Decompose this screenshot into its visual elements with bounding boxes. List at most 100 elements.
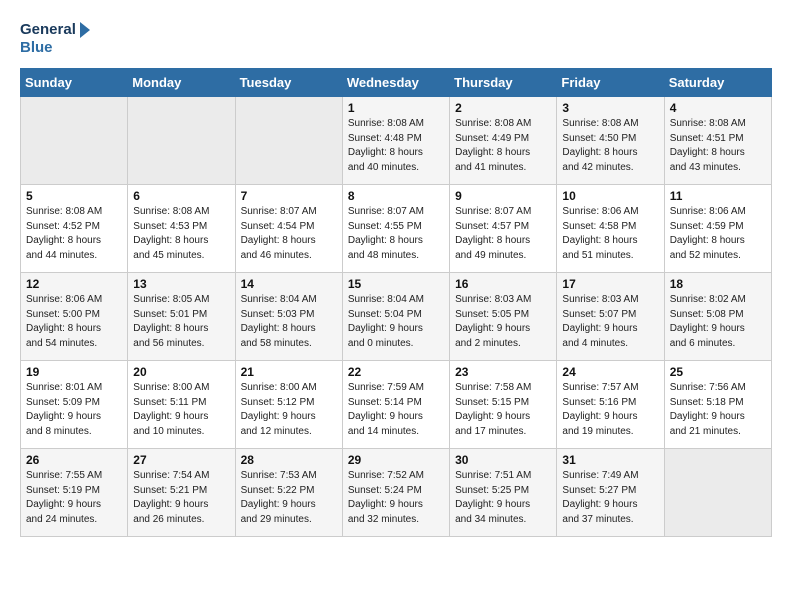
calendar-cell: 22 Sunrise: 7:59 AM Sunset: 5:14 PM Dayli…: [342, 361, 449, 449]
day-info: Sunrise: 8:06 AM Sunset: 5:00 PM Dayligh…: [26, 293, 122, 351]
day-info: Sunrise: 8:02 AM Sunset: 5:08 PM Dayligh…: [670, 293, 766, 351]
weekday-header: Saturday: [664, 69, 771, 97]
day-number: 30: [455, 453, 551, 467]
calendar-cell: 3 Sunrise: 8:08 AM Sunset: 4:50 PM Daylig…: [557, 97, 664, 185]
day-number: 26: [26, 453, 122, 467]
day-number: 23: [455, 365, 551, 379]
day-number: 20: [133, 365, 229, 379]
calendar-table: SundayMondayTuesdayWednesdayThursdayFrid…: [20, 68, 772, 537]
day-info: Sunrise: 7:56 AM Sunset: 5:18 PM Dayligh…: [670, 381, 766, 439]
day-number: 24: [562, 365, 658, 379]
logo: General Blue: [20, 16, 90, 58]
day-number: 4: [670, 101, 766, 115]
svg-text:Blue: Blue: [20, 39, 53, 56]
day-number: 2: [455, 101, 551, 115]
day-info: Sunrise: 7:58 AM Sunset: 5:15 PM Dayligh…: [455, 381, 551, 439]
weekday-header: Wednesday: [342, 69, 449, 97]
day-number: 16: [455, 277, 551, 291]
calendar-cell: [21, 97, 128, 185]
calendar-week-row: 1 Sunrise: 8:08 AM Sunset: 4:48 PM Daylig…: [21, 97, 772, 185]
day-info: Sunrise: 8:03 AM Sunset: 5:07 PM Dayligh…: [562, 293, 658, 351]
day-info: Sunrise: 7:54 AM Sunset: 5:21 PM Dayligh…: [133, 469, 229, 527]
calendar-cell: 7Sunrise: 8:07 AM Sunset: 4:54 PM Daylig…: [235, 185, 342, 273]
calendar-cell: [235, 97, 342, 185]
day-number: 22: [348, 365, 444, 379]
calendar-header: SundayMondayTuesdayWednesdayThursdayFrid…: [21, 69, 772, 97]
day-info: Sunrise: 8:00 AM Sunset: 5:11 PM Dayligh…: [133, 381, 229, 439]
svg-text:General: General: [20, 21, 76, 38]
calendar-cell: 4Sunrise: 8:08 AM Sunset: 4:51 PM Daylig…: [664, 97, 771, 185]
weekday-header: Tuesday: [235, 69, 342, 97]
day-info: Sunrise: 8:08 AM Sunset: 4:48 PM Dayligh…: [348, 117, 444, 175]
calendar-cell: 9 Sunrise: 8:07 AM Sunset: 4:57 PM Daylig…: [450, 185, 557, 273]
day-number: 12: [26, 277, 122, 291]
calendar-cell: [664, 449, 771, 537]
calendar-cell: 11 Sunrise: 8:06 AM Sunset: 4:59 PM Dayli…: [664, 185, 771, 273]
calendar-cell: 18 Sunrise: 8:02 AM Sunset: 5:08 PM Dayli…: [664, 273, 771, 361]
day-number: 10: [562, 189, 658, 203]
day-info: Sunrise: 7:52 AM Sunset: 5:24 PM Dayligh…: [348, 469, 444, 527]
calendar-cell: 19Sunrise: 8:01 AM Sunset: 5:09 PM Dayli…: [21, 361, 128, 449]
day-number: 14: [241, 277, 337, 291]
weekday-header: Sunday: [21, 69, 128, 97]
day-number: 13: [133, 277, 229, 291]
day-info: Sunrise: 7:53 AM Sunset: 5:22 PM Dayligh…: [241, 469, 337, 527]
calendar-cell: 21 Sunrise: 8:00 AM Sunset: 5:12 PM Dayli…: [235, 361, 342, 449]
day-number: 8: [348, 189, 444, 203]
day-info: Sunrise: 8:03 AM Sunset: 5:05 PM Dayligh…: [455, 293, 551, 351]
weekday-header: Friday: [557, 69, 664, 97]
calendar-cell: 24 Sunrise: 7:57 AM Sunset: 5:16 PM Dayli…: [557, 361, 664, 449]
calendar-cell: 29 Sunrise: 7:52 AM Sunset: 5:24 PM Dayli…: [342, 449, 449, 537]
day-number: 29: [348, 453, 444, 467]
calendar-cell: 23 Sunrise: 7:58 AM Sunset: 5:15 PM Dayli…: [450, 361, 557, 449]
day-number: 27: [133, 453, 229, 467]
calendar-cell: 12 Sunrise: 8:06 AM Sunset: 5:00 PM Dayli…: [21, 273, 128, 361]
calendar-cell: 26 Sunrise: 7:55 AM Sunset: 5:19 PM Dayli…: [21, 449, 128, 537]
day-number: 25: [670, 365, 766, 379]
day-info: Sunrise: 8:00 AM Sunset: 5:12 PM Dayligh…: [241, 381, 337, 439]
day-info: Sunrise: 8:07 AM Sunset: 4:55 PM Dayligh…: [348, 205, 444, 263]
day-info: Sunrise: 8:01 AM Sunset: 5:09 PM Dayligh…: [26, 381, 122, 439]
day-number: 31: [562, 453, 658, 467]
day-number: 28: [241, 453, 337, 467]
day-info: Sunrise: 8:06 AM Sunset: 4:59 PM Dayligh…: [670, 205, 766, 263]
day-number: 5: [26, 189, 122, 203]
day-info: Sunrise: 8:05 AM Sunset: 5:01 PM Dayligh…: [133, 293, 229, 351]
calendar-cell: 10Sunrise: 8:06 AM Sunset: 4:58 PM Dayli…: [557, 185, 664, 273]
day-number: 21: [241, 365, 337, 379]
day-info: Sunrise: 7:51 AM Sunset: 5:25 PM Dayligh…: [455, 469, 551, 527]
calendar-week-row: 12 Sunrise: 8:06 AM Sunset: 5:00 PM Dayli…: [21, 273, 772, 361]
day-info: Sunrise: 8:08 AM Sunset: 4:50 PM Dayligh…: [562, 117, 658, 175]
day-number: 3: [562, 101, 658, 115]
day-info: Sunrise: 7:55 AM Sunset: 5:19 PM Dayligh…: [26, 469, 122, 527]
calendar-cell: 31 Sunrise: 7:49 AM Sunset: 5:27 PM Dayli…: [557, 449, 664, 537]
calendar-cell: [128, 97, 235, 185]
calendar-week-row: 5 Sunrise: 8:08 AM Sunset: 4:52 PM Daylig…: [21, 185, 772, 273]
day-info: Sunrise: 8:08 AM Sunset: 4:49 PM Dayligh…: [455, 117, 551, 175]
day-number: 17: [562, 277, 658, 291]
logo-svg: General Blue: [20, 16, 90, 58]
day-number: 9: [455, 189, 551, 203]
day-info: Sunrise: 8:08 AM Sunset: 4:53 PM Dayligh…: [133, 205, 229, 263]
day-number: 6: [133, 189, 229, 203]
weekday-header: Thursday: [450, 69, 557, 97]
calendar-cell: 25 Sunrise: 7:56 AM Sunset: 5:18 PM Dayli…: [664, 361, 771, 449]
day-number: 18: [670, 277, 766, 291]
calendar-cell: 16 Sunrise: 8:03 AM Sunset: 5:05 PM Dayli…: [450, 273, 557, 361]
calendar-cell: 13 Sunrise: 8:05 AM Sunset: 5:01 PM Dayli…: [128, 273, 235, 361]
weekday-header: Monday: [128, 69, 235, 97]
calendar-cell: 5 Sunrise: 8:08 AM Sunset: 4:52 PM Daylig…: [21, 185, 128, 273]
day-info: Sunrise: 7:57 AM Sunset: 5:16 PM Dayligh…: [562, 381, 658, 439]
calendar-cell: 28 Sunrise: 7:53 AM Sunset: 5:22 PM Dayli…: [235, 449, 342, 537]
day-info: Sunrise: 7:59 AM Sunset: 5:14 PM Dayligh…: [348, 381, 444, 439]
day-number: 11: [670, 189, 766, 203]
day-number: 1: [348, 101, 444, 115]
calendar-cell: 27 Sunrise: 7:54 AM Sunset: 5:21 PM Dayli…: [128, 449, 235, 537]
calendar-cell: 30 Sunrise: 7:51 AM Sunset: 5:25 PM Dayli…: [450, 449, 557, 537]
day-info: Sunrise: 8:08 AM Sunset: 4:52 PM Dayligh…: [26, 205, 122, 263]
header: General Blue: [20, 16, 772, 58]
calendar-week-row: 19Sunrise: 8:01 AM Sunset: 5:09 PM Dayli…: [21, 361, 772, 449]
day-info: Sunrise: 7:49 AM Sunset: 5:27 PM Dayligh…: [562, 469, 658, 527]
calendar-cell: 6 Sunrise: 8:08 AM Sunset: 4:53 PM Daylig…: [128, 185, 235, 273]
day-info: Sunrise: 8:07 AM Sunset: 4:57 PM Dayligh…: [455, 205, 551, 263]
